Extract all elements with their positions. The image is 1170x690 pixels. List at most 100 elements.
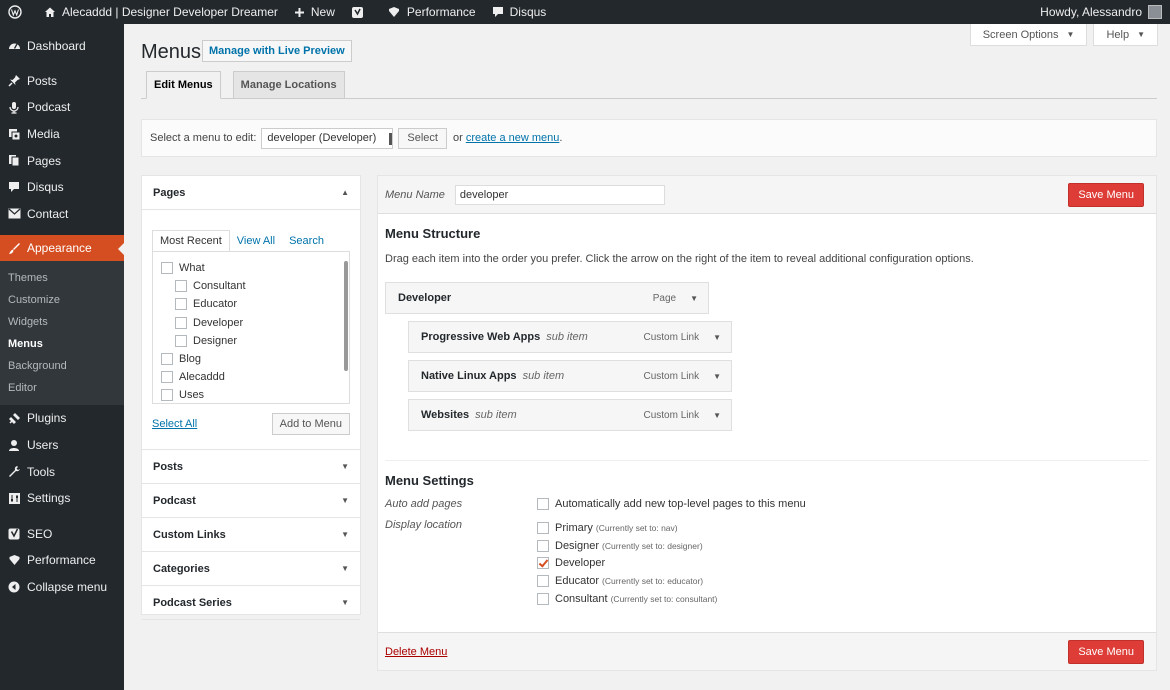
menu-item-handle[interactable]: Websites sub item Custom Link ▼: [408, 399, 732, 431]
menu-item-sub-label: sub item: [475, 409, 517, 421]
accordion-title[interactable]: Posts ▼: [142, 450, 360, 483]
page-label: Consultant: [193, 280, 246, 293]
tab-search[interactable]: Search: [282, 230, 331, 252]
item-edit-toggle-icon[interactable]: ▼: [713, 333, 721, 342]
sidebar-item-contact[interactable]: Contact: [0, 201, 124, 228]
auto-add-pages-checkbox[interactable]: [537, 498, 549, 510]
sidebar-item-users[interactable]: Users: [0, 432, 124, 459]
tab-most-recent[interactable]: Most Recent: [152, 230, 230, 252]
period-text: .: [559, 132, 563, 144]
menu-item-handle[interactable]: Native Linux Apps sub item Custom Link ▼: [408, 360, 732, 392]
sidebar-item-pages[interactable]: Pages: [0, 147, 124, 174]
new-content-button[interactable]: New: [286, 0, 343, 24]
wordpress-logo-icon[interactable]: [0, 0, 36, 24]
page-checkbox[interactable]: [175, 334, 187, 347]
menu-item-handle[interactable]: Developer Page ▼: [385, 282, 709, 314]
accordion-section-pages: Pages ▲ Most Recent View All Search What…: [142, 176, 360, 450]
sidebar-item-label: Tools: [27, 464, 56, 479]
location-checkbox[interactable]: [537, 593, 549, 606]
my-account-button[interactable]: Howdy, Alessandro: [1032, 0, 1170, 24]
disqus-button[interactable]: Disqus: [484, 0, 555, 24]
page-label: Blog: [179, 353, 202, 366]
sidebar-item-posts[interactable]: Posts: [0, 68, 124, 95]
page-checklist-item: Uses: [161, 386, 341, 404]
save-menu-button[interactable]: Save Menu: [1068, 182, 1144, 207]
menu-edit-panel: Menu Name developer Save Menu Menu Struc…: [377, 175, 1157, 671]
sidebar-item-plugins[interactable]: Plugins: [0, 405, 124, 432]
menu-structure-heading: Menu Structure: [385, 226, 481, 241]
submenu-item-menus[interactable]: Menus: [0, 333, 124, 355]
accordion-title[interactable]: Custom Links ▼: [142, 518, 360, 551]
location-note: (Currently set to: consultant): [610, 594, 718, 605]
page-checkbox[interactable]: [161, 262, 173, 275]
location-checkbox[interactable]: [537, 539, 549, 552]
collapse-menu-button[interactable]: Collapse menu: [0, 574, 124, 601]
submenu-item-customize[interactable]: Customize: [0, 289, 124, 311]
sidebar-item-label: Plugins: [27, 411, 67, 426]
accordion-title[interactable]: Podcast ▼: [142, 484, 360, 517]
select-menu-button[interactable]: Select: [398, 127, 447, 149]
submenu-item-themes[interactable]: Themes: [0, 267, 124, 289]
page-checkbox[interactable]: [175, 316, 187, 329]
dropdown-handle-icon: [389, 132, 393, 145]
add-to-menu-button[interactable]: Add to Menu: [271, 413, 350, 435]
accordion-title-label: Categories: [153, 562, 210, 575]
scrollbar[interactable]: [344, 261, 348, 371]
submenu-item-widgets[interactable]: Widgets: [0, 311, 124, 333]
auto-add-pages-option: Automatically add new top-level pages to…: [537, 498, 806, 510]
sidebar-item-appearance[interactable]: Appearance: [0, 235, 124, 262]
page-checkbox[interactable]: [161, 389, 173, 402]
sidebar-item-tools[interactable]: Tools: [0, 458, 124, 485]
caret-down-icon: ▼: [341, 462, 349, 471]
tab-manage-locations[interactable]: Manage Locations: [232, 71, 345, 99]
save-menu-button-bottom[interactable]: Save Menu: [1068, 639, 1144, 664]
page-checkbox[interactable]: [175, 280, 187, 293]
accordion-title[interactable]: Categories ▼: [142, 552, 360, 585]
menu-edit-footer: Delete Menu Save Menu: [378, 632, 1156, 670]
accordion-title-label: Podcast Series: [153, 596, 232, 609]
item-edit-toggle-icon[interactable]: ▼: [713, 411, 721, 420]
performance-button[interactable]: Performance: [379, 0, 484, 24]
performance-icon: [7, 553, 21, 567]
delete-menu-link[interactable]: Delete Menu: [385, 646, 447, 658]
sidebar-item-seo[interactable]: SEO: [0, 521, 124, 548]
location-checkbox[interactable]: [537, 521, 549, 534]
page-checkbox[interactable]: [175, 298, 187, 311]
menu-settings: Menu Settings Auto add pages Automatical…: [385, 461, 1149, 608]
sidebar-item-media[interactable]: Media: [0, 121, 124, 148]
sidebar-item-podcast[interactable]: Podcast: [0, 94, 124, 121]
select-all-link[interactable]: Select All: [152, 418, 197, 430]
accordion-title-pages[interactable]: Pages ▲: [142, 176, 360, 209]
item-edit-toggle-icon[interactable]: ▼: [713, 372, 721, 381]
collapse-icon: [7, 580, 21, 594]
accordion-section: Podcast Series ▼: [142, 586, 360, 620]
accordion-title[interactable]: Podcast Series ▼: [142, 586, 360, 619]
menu-item-sub-label: sub item: [546, 331, 588, 343]
sidebar-item-dashboard[interactable]: Dashboard: [0, 33, 124, 60]
tab-edit-menus[interactable]: Edit Menus: [146, 71, 221, 99]
pages-panel: Most Recent View All Search What Consulta…: [142, 209, 360, 449]
submenu-item-editor[interactable]: Editor: [0, 377, 124, 399]
site-name-link[interactable]: Alecaddd | Designer Developer Dreamer: [36, 0, 286, 24]
submenu-item-background[interactable]: Background: [0, 355, 124, 377]
yoast-seo-button[interactable]: [343, 0, 379, 24]
menu-select-dropdown[interactable]: developer (Developer): [261, 127, 394, 149]
menu-name-input[interactable]: developer: [454, 184, 665, 205]
manage-live-preview-button[interactable]: Manage with Live Preview: [202, 40, 352, 62]
location-checkbox[interactable]: [537, 575, 549, 588]
sidebar-item-label: Contact: [27, 206, 69, 221]
sidebar-item-label: Appearance: [27, 241, 92, 256]
page-checkbox[interactable]: [161, 371, 173, 384]
sidebar-item-performance[interactable]: Performance: [0, 547, 124, 574]
menu-item-handle[interactable]: Progressive Web Apps sub item Custom Link ▼: [408, 321, 732, 353]
item-edit-toggle-icon[interactable]: ▼: [690, 294, 698, 303]
sidebar-item-disqus[interactable]: Disqus: [0, 174, 124, 201]
sidebar-item-settings[interactable]: Settings: [0, 485, 124, 512]
create-new-menu-link[interactable]: create a new menu: [466, 132, 560, 144]
pages-tabs: Most Recent View All Search: [152, 230, 350, 252]
location-name: Designer: [555, 539, 600, 552]
menu-settings-heading: Menu Settings: [385, 473, 474, 488]
tab-view-all[interactable]: View All: [230, 230, 282, 252]
page-checkbox[interactable]: [161, 353, 173, 366]
location-checkbox[interactable]: [537, 557, 549, 570]
